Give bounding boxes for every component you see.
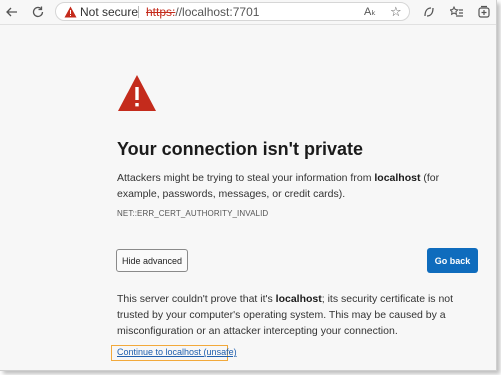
back-button[interactable] — [3, 3, 21, 21]
favorite-star-icon[interactable]: ☆ — [390, 4, 402, 20]
favorites-list-icon — [450, 5, 463, 17]
url-scheme: https: — [146, 5, 176, 19]
refresh-button[interactable] — [29, 3, 47, 21]
hide-advanced-button[interactable]: Hide advanced — [116, 249, 188, 272]
address-separator — [138, 6, 139, 18]
not-secure-label[interactable]: Not secure — [80, 5, 138, 19]
advanced-details: This server couldn't prove that it's loc… — [117, 293, 454, 337]
url-text[interactable]: https://localhost:7701 — [146, 5, 259, 19]
continue-unsafe-link[interactable]: Continue to localhost (unsafe) — [117, 347, 237, 357]
details-host-name: localhost — [275, 293, 322, 305]
browser-toolbar: Not secure https://localhost:7701 Aₖ ☆ — [0, 0, 496, 25]
collections-button[interactable] — [475, 3, 493, 21]
go-back-button[interactable]: Go back — [427, 248, 478, 273]
warning-icon — [64, 6, 77, 18]
collections-icon — [478, 5, 490, 18]
back-arrow-icon — [6, 7, 17, 17]
refresh-icon — [32, 6, 44, 18]
error-page: Your connection isn't private Attackers … — [0, 25, 496, 370]
page-title: Your connection isn't private — [117, 139, 363, 159]
copilot-icon — [424, 7, 434, 17]
warning-description: Attackers might be trying to steal your … — [117, 172, 440, 200]
favorites-button[interactable] — [448, 3, 466, 21]
copilot-button[interactable] — [420, 3, 438, 21]
browser-window: Not secure https://localhost:7701 Aₖ ☆ Y… — [0, 0, 497, 371]
host-name: localhost — [374, 172, 421, 184]
address-bar[interactable]: Not secure https://localhost:7701 Aₖ ☆ — [55, 2, 410, 21]
read-aloud-icon[interactable]: Aₖ — [364, 5, 376, 18]
error-code: NET::ERR_CERT_AUTHORITY_INVALID — [117, 209, 269, 218]
warning-triangle-icon — [118, 75, 156, 111]
url-host: //localhost:7701 — [175, 5, 260, 19]
